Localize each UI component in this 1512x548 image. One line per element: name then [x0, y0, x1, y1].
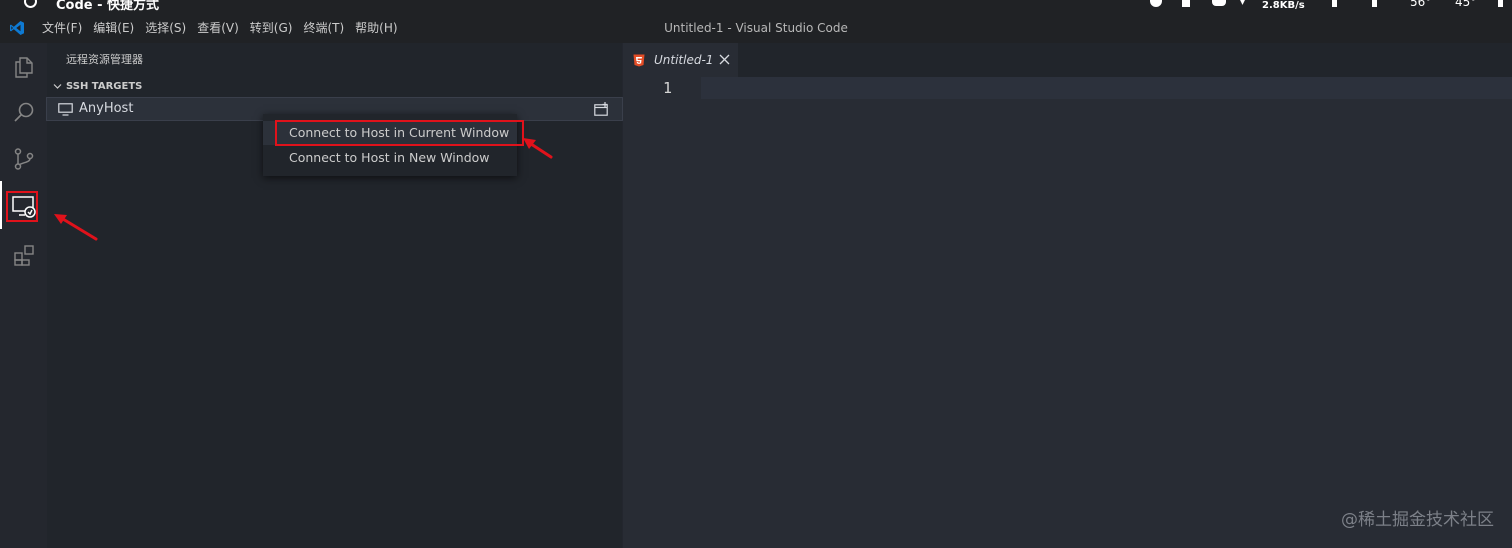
- tab-title: Untitled-1: [654, 53, 714, 67]
- cpu-temperature: 56°: [1410, 0, 1432, 9]
- watermark: @稀土掘金技术社区: [1341, 510, 1494, 530]
- tray-icon[interactable]: [1372, 0, 1377, 7]
- html-file-icon: [633, 54, 645, 67]
- os-taskbar: Code - 快捷方式 ▾ 2.8KB/s 56° 45°: [0, 0, 1512, 14]
- current-line-highlight: [701, 77, 1512, 99]
- chevron-down-icon: [53, 84, 62, 89]
- menu-item-highlight: [275, 120, 524, 146]
- menu-terminal[interactable]: 终端(T): [303, 14, 344, 43]
- tray-chevron-icon[interactable]: ▾: [1240, 0, 1245, 8]
- menu-bar: 文件(F) 编辑(E) 选择(S) 查看(V) 转到(G) 终端(T) 帮助(H…: [0, 14, 1512, 43]
- tray-icon[interactable]: [1182, 0, 1190, 7]
- extensions-icon[interactable]: [0, 231, 47, 278]
- close-icon[interactable]: [719, 54, 730, 65]
- menu-edit[interactable]: 编辑(E): [93, 14, 134, 43]
- source-control-icon[interactable]: [0, 135, 47, 182]
- remote-explorer-highlight: [6, 191, 38, 222]
- menu-selection[interactable]: 选择(S): [145, 14, 186, 43]
- annotation-arrow-icon: [523, 138, 553, 159]
- network-speed: 2.8KB/s: [1262, 0, 1305, 11]
- monitor-icon: [58, 103, 73, 116]
- editor-area: Untitled-1 1: [623, 43, 1512, 548]
- activity-bar: [0, 43, 47, 548]
- section-ssh-targets[interactable]: SSH TARGETS: [47, 77, 622, 97]
- menu-go[interactable]: 转到(G): [250, 14, 293, 43]
- tab-untitled-1[interactable]: Untitled-1: [623, 43, 738, 77]
- menu-file[interactable]: 文件(F): [42, 14, 82, 43]
- section-label: SSH TARGETS: [66, 81, 143, 92]
- annotation-arrow-icon: [54, 214, 98, 241]
- tray-icon[interactable]: [1150, 0, 1162, 7]
- vscode-logo-icon: [10, 21, 24, 35]
- search-icon[interactable]: [0, 89, 47, 136]
- menu-view[interactable]: 查看(V): [197, 14, 239, 43]
- os-window-title: Code - 快捷方式: [56, 0, 160, 13]
- gpu-temperature: 45°: [1455, 0, 1477, 9]
- explorer-icon[interactable]: [0, 43, 47, 90]
- tray-icon[interactable]: [1332, 0, 1337, 7]
- open-new-window-icon[interactable]: [594, 102, 609, 116]
- sidebar-title: 远程资源管理器: [66, 53, 143, 66]
- menu-help[interactable]: 帮助(H): [355, 14, 397, 43]
- tab-bar: Untitled-1: [623, 43, 1512, 77]
- host-label: AnyHost: [79, 101, 134, 116]
- line-number: 1: [663, 79, 673, 97]
- tray-icon[interactable]: [1498, 0, 1503, 7]
- tray-icon[interactable]: [1212, 0, 1226, 6]
- os-app-icon: [24, 0, 37, 8]
- menu-connect-new-window[interactable]: Connect to Host in New Window: [263, 146, 517, 170]
